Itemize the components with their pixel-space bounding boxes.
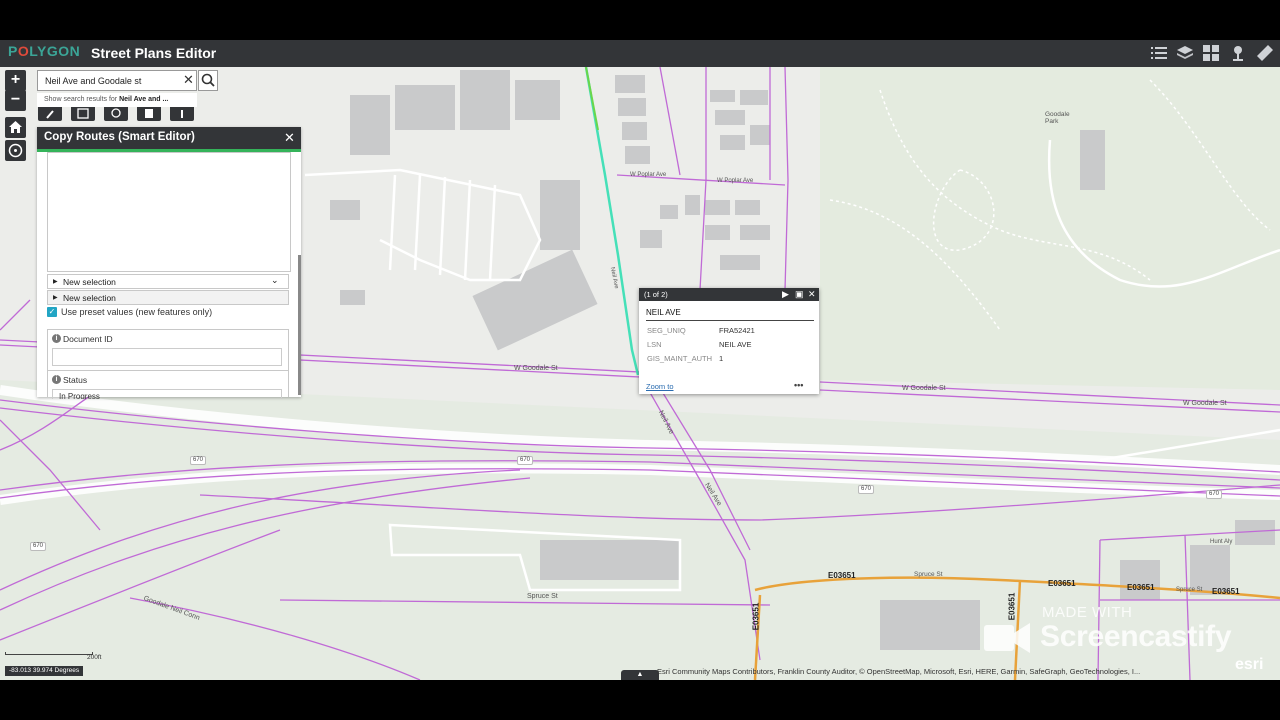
- search-clear-icon[interactable]: ✕: [183, 73, 194, 87]
- attribute-key: LSN: [647, 340, 662, 349]
- grid-icon[interactable]: [1202, 44, 1222, 64]
- divider: [646, 320, 814, 321]
- highway-670-shield: 670: [858, 485, 875, 494]
- locate-button[interactable]: [5, 140, 26, 161]
- scale-label: 200ft: [87, 654, 102, 661]
- info-icon: i: [52, 375, 61, 384]
- pencil-icon: [46, 110, 54, 119]
- w-goodale-st-label: W Goodale St: [1183, 400, 1227, 407]
- document-id-field[interactable]: [52, 348, 282, 366]
- letterbox-bottom: [0, 680, 1280, 720]
- document-id-group: i Document ID: [47, 329, 289, 371]
- e03651-label: E03651: [751, 602, 761, 631]
- info-tool-button[interactable]: [170, 107, 194, 121]
- watermark-made-with: MADE WITH: [1042, 604, 1133, 621]
- attribute-tool-button[interactable]: [71, 107, 95, 121]
- spruce-st-label: Spruce St: [914, 571, 943, 578]
- chevron-up-icon[interactable]: ▲: [621, 670, 659, 680]
- popup-count: (1 of 2): [644, 290, 668, 299]
- highway-670-shield: 670: [1206, 490, 1223, 499]
- attribute-value: FRA52421: [719, 326, 755, 335]
- print-tool-button[interactable]: [104, 107, 128, 121]
- w-goodale-st-label: W Goodale St: [514, 365, 558, 372]
- status-select[interactable]: In Progress: [52, 389, 282, 399]
- report-icon: [145, 109, 153, 118]
- edit-form-icon: [77, 108, 89, 119]
- selection-option[interactable]: ▶ New selection: [47, 290, 289, 305]
- popup-title: NEIL AVE: [646, 308, 681, 317]
- highway-670-shield: 670: [30, 542, 47, 551]
- document-id-label: Document ID: [63, 334, 113, 344]
- search-field[interactable]: ✕: [37, 70, 197, 91]
- edit-tool-button[interactable]: [38, 107, 62, 121]
- report-tool-button[interactable]: [137, 107, 161, 121]
- goodale-park-label: Goodale Park: [1045, 111, 1070, 125]
- w-poplar-ave-label: W Poplar Ave: [717, 178, 754, 184]
- coordinates-readout[interactable]: -83.013 39.974 Degrees: [5, 666, 84, 676]
- e03651-label: E03651: [828, 571, 856, 580]
- e03651-label: E03651: [1127, 583, 1155, 592]
- attribute-value: NEIL AVE: [719, 340, 752, 349]
- w-goodale-st-label: W Goodale St: [902, 385, 946, 392]
- print-icon: [111, 108, 121, 118]
- close-icon[interactable]: ✕: [808, 289, 816, 300]
- expand-triangle-icon: ▶: [53, 295, 58, 301]
- expand-triangle-icon: ▶: [53, 279, 58, 285]
- selection-dropdown[interactable]: ▶ New selection ⌄: [47, 274, 289, 289]
- home-button[interactable]: [5, 117, 26, 138]
- search-input[interactable]: [38, 71, 183, 90]
- maximize-icon[interactable]: ▣: [795, 289, 804, 300]
- screencastify-logo-icon: [984, 623, 1030, 653]
- spruce-st-label: Spruce St: [527, 593, 558, 600]
- highway-670-shield: 670: [190, 456, 207, 465]
- close-icon[interactable]: ✕: [284, 130, 295, 146]
- preset-values-label: Use preset values (new features only): [61, 307, 213, 317]
- ruler-icon[interactable]: [1256, 44, 1276, 64]
- map-attribution: Esri Community Maps Contributors, Frankl…: [657, 667, 1141, 676]
- e03651-label: E03651: [1048, 579, 1076, 588]
- w-poplar-ave-label: W Poplar Ave: [630, 172, 667, 178]
- app-title: Street Plans Editor: [91, 45, 217, 61]
- info-icon: [181, 110, 183, 118]
- next-feature-icon[interactable]: ▶: [782, 289, 789, 300]
- status-label: Status: [63, 375, 88, 385]
- search-suggestion[interactable]: Show search results for Neil Ave and ...: [37, 93, 197, 107]
- attribute-key: GIS_MAINT_AUTH: [647, 354, 713, 363]
- preset-values-checkbox[interactable]: ✓: [47, 307, 57, 317]
- chevron-down-icon: ⌄: [271, 275, 279, 285]
- search-button[interactable]: [198, 70, 218, 91]
- smart-editor-panel: Copy Routes (Smart Editor) ✕ ▶ New selec…: [37, 127, 301, 399]
- zoom-in-button[interactable]: +: [5, 70, 26, 91]
- popup-header: (1 of 2) ▶ ▣ ✕: [639, 288, 819, 301]
- locate-icon: [8, 143, 23, 158]
- app-logo: POLYGON: [8, 43, 81, 59]
- highway-670-shield: 670: [517, 456, 534, 465]
- panel-scrollbar[interactable]: [298, 255, 301, 395]
- list-icon[interactable]: [1150, 44, 1170, 64]
- app-header: POLYGON Street Plans Editor: [0, 40, 1280, 67]
- layers-icon[interactable]: [1176, 44, 1196, 64]
- zoom-to-link[interactable]: Zoom to: [646, 382, 674, 391]
- e03651-label: E03651: [1212, 587, 1240, 596]
- panel-title: Copy Routes (Smart Editor): [44, 131, 195, 143]
- info-icon: i: [52, 334, 61, 343]
- hunt-aly-label: Hunt Aly: [1210, 539, 1233, 545]
- more-options-icon[interactable]: •••: [794, 380, 803, 390]
- status-group: i Status In Progress: [47, 370, 289, 399]
- feature-popup: (1 of 2) ▶ ▣ ✕ NEIL AVE SEG_UNIQ FRA5242…: [639, 288, 819, 394]
- location-pin-icon[interactable]: [1229, 44, 1249, 64]
- attribute-value: 1: [719, 354, 724, 363]
- panel-header: Copy Routes (Smart Editor) ✕: [37, 127, 301, 152]
- spruce-st-label: Spruce St: [1176, 587, 1203, 593]
- watermark-brand: Screencastify: [1040, 620, 1232, 653]
- zoom-out-button[interactable]: −: [5, 90, 26, 111]
- search-icon: [201, 73, 215, 87]
- scale-bar: [5, 652, 93, 655]
- letterbox-top: [0, 0, 1280, 40]
- esri-logo: esri: [1235, 656, 1264, 673]
- template-list-area[interactable]: [47, 152, 291, 272]
- attribute-key: SEG_UNIQ: [647, 326, 686, 335]
- home-icon: [9, 121, 22, 133]
